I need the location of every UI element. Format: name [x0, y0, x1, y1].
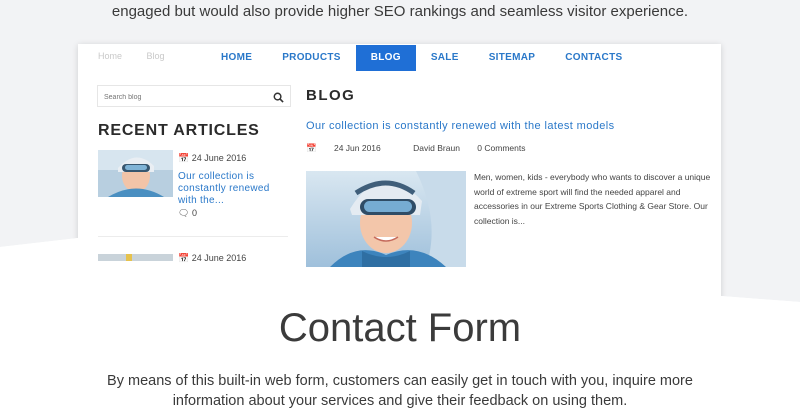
search-box	[97, 85, 291, 108]
blog-heading: BLOG	[306, 87, 356, 104]
post-comments[interactable]: 0 Comments	[477, 143, 525, 153]
search-input[interactable]	[98, 87, 258, 108]
calendar-icon: 📅	[306, 143, 317, 153]
article-date-2: 📅 24 June 2016	[178, 253, 247, 263]
nav-contacts[interactable]: CONTACTS	[550, 45, 637, 71]
breadcrumb-blog[interactable]: Blog	[147, 51, 165, 61]
post-date: 📅 24 Jun 2016	[306, 143, 381, 153]
search-icon[interactable]	[273, 90, 284, 108]
nav-sale[interactable]: SALE	[416, 45, 474, 71]
contact-form-title: Contact Form	[278, 306, 522, 350]
comment-icon: 🗨	[178, 208, 190, 218]
nav-sitemap[interactable]: SITEMAP	[474, 45, 551, 71]
nav-products[interactable]: PRODUCTS	[267, 45, 356, 71]
intro-text: engaged but would also provide higher SE…	[111, 3, 689, 20]
contact-form-description: By means of this built-in web form, cust…	[107, 373, 693, 409]
post-title-link[interactable]: Our collection is constantly renewed wit…	[306, 120, 615, 132]
article-comments: 🗨 0	[178, 208, 197, 218]
article-title-link[interactable]: Our collection is constantly renewed wit…	[178, 171, 288, 207]
blog-preview-card: Home Blog HOME PRODUCTS BLOG SALE SITEMA…	[78, 44, 721, 314]
nav-home[interactable]: HOME	[206, 45, 267, 71]
post-meta: 📅 24 Jun 2016 David Braun 0 Comments	[306, 143, 540, 154]
nav-blog[interactable]: BLOG	[355, 45, 416, 71]
breadcrumb: Home Blog	[98, 51, 187, 61]
breadcrumb-home[interactable]: Home	[98, 51, 122, 61]
post-excerpt: Men, women, kids - everybody who wants t…	[474, 172, 711, 226]
divider	[98, 236, 288, 237]
calendar-icon: 📅	[178, 253, 190, 263]
article-thumbnail[interactable]	[98, 150, 173, 197]
recent-articles-title: RECENT ARTICLES	[98, 122, 260, 139]
article-thumbnail-2[interactable]	[98, 251, 173, 261]
calendar-icon: 📅	[178, 153, 190, 163]
post-author[interactable]: David Braun	[413, 143, 460, 153]
main-nav: HOME PRODUCTS BLOG SALE SITEMAP CONTACTS	[206, 45, 637, 71]
post-image[interactable]	[306, 171, 466, 267]
article-date: 📅 24 June 2016	[178, 153, 247, 163]
